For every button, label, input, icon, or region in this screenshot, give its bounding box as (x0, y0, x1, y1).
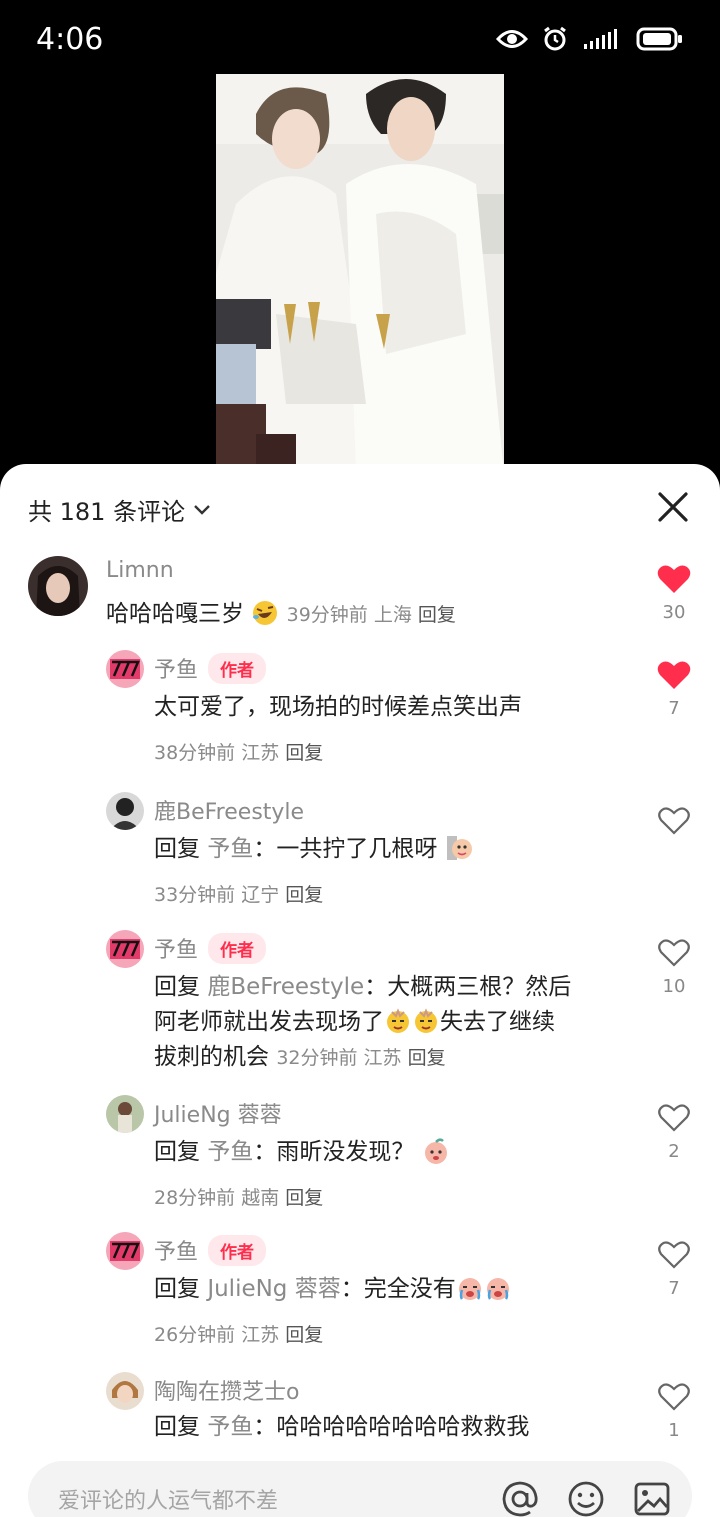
like-button[interactable]: 7 (656, 660, 692, 719)
video-player[interactable] (0, 72, 720, 474)
heart-outline-icon (658, 1104, 690, 1132)
comment-username[interactable]: 陶陶在攒芝士o (154, 1374, 299, 1406)
reply-to-name[interactable]: 予鱼 (207, 836, 253, 862)
comment-text: 回复 予鱼：哈哈哈哈哈哈哈哈救救我 (154, 1414, 530, 1440)
like-count: 1 (668, 1420, 680, 1441)
close-icon[interactable] (656, 490, 690, 524)
comment-meta: 38分钟前 江苏 回复 (154, 742, 324, 764)
comment-list[interactable]: Limnn 哈哈哈嘎三岁 39分钟前 上海 回复 30 予鱼 作者 太可爱了，现… (0, 550, 720, 1445)
avatar[interactable] (106, 930, 144, 968)
comment-username[interactable]: Limnn (106, 558, 174, 583)
reply-to-name[interactable]: JulieNg 蓉蓉 (207, 1276, 340, 1302)
comment-username[interactable]: 予鱼 作者 (154, 932, 267, 964)
comment-count-label: 共 181 条评论 (28, 498, 186, 526)
battery-icon (636, 27, 682, 51)
reply-button[interactable]: 回复 (285, 884, 323, 906)
avatar[interactable] (106, 1095, 144, 1133)
avatar[interactable] (28, 556, 88, 616)
eye-icon (496, 30, 528, 48)
comment-item: 予鱼 作者 太可爱了，现场拍的时候差点笑出声 38分钟前 江苏 回复 7 (0, 650, 720, 782)
comment-item: JulieNg 蓉蓉 回复 予鱼：雨昕没发现？ 28分钟前 越南 回复 2 (0, 1095, 720, 1230)
alarm-icon (544, 26, 566, 51)
comment-meta: 28分钟前 越南 回复 (154, 1187, 324, 1209)
peeking-emoji-icon (445, 834, 473, 862)
reply-button[interactable]: 回复 (285, 1324, 323, 1346)
comment-item: 陶陶在攒芝士o 回复 予鱼：哈哈哈哈哈哈哈哈救救我 1 (0, 1372, 720, 1445)
crying-emoji-icon (456, 1274, 484, 1302)
image-icon[interactable] (632, 1479, 672, 1517)
comment-item: Limnn 哈哈哈嘎三岁 39分钟前 上海 回复 30 (0, 550, 720, 650)
signal-icon (584, 29, 617, 49)
status-time: 4:06 (36, 22, 104, 57)
reply-to-name[interactable]: 予鱼 (207, 1139, 253, 1165)
like-button[interactable]: 2 (656, 1103, 692, 1162)
comment-text: 回复 JulieNg 蓉蓉：完全没有 (154, 1272, 512, 1307)
avatar[interactable] (106, 1232, 144, 1270)
comment-text: 太可爱了，现场拍的时候差点笑出声 (154, 694, 522, 720)
heart-outline-icon (658, 807, 690, 835)
video-thumbnail-image (216, 74, 504, 474)
input-actions (500, 1479, 672, 1517)
comment-item: 鹿BeFreestyle 回复 予鱼：一共拧了几根呀 33分钟前 辽宁 回复 (0, 792, 720, 930)
smug-emoji-icon (412, 1007, 440, 1035)
comments-sheet: 共 181 条评论 Limnn 哈哈哈嘎三岁 39分钟前 上海 回复 30 予鱼… (0, 464, 720, 1517)
reply-button[interactable]: 回复 (418, 604, 456, 626)
comment-username[interactable]: 予鱼 作者 (154, 652, 267, 684)
avatar[interactable] (106, 792, 144, 830)
author-badge: 作者 (208, 1234, 267, 1266)
comments-header: 共 181 条评论 (0, 464, 720, 550)
comment-username[interactable]: 予鱼 作者 (154, 1234, 267, 1266)
chevron-down-icon (194, 504, 210, 515)
comment-input-placeholder: 爱评论的人运气都不差 (58, 1489, 279, 1514)
comment-username[interactable]: JulieNg 蓉蓉 (154, 1097, 282, 1129)
crying-emoji-icon (484, 1274, 512, 1302)
heart-icon (657, 661, 691, 689)
avatar[interactable] (106, 650, 144, 688)
video-frame (216, 74, 504, 474)
like-count: 7 (668, 698, 680, 719)
like-count: 2 (668, 1141, 680, 1162)
like-count: 10 (662, 976, 686, 997)
comment-input[interactable]: 爱评论的人运气都不差 (28, 1461, 692, 1517)
like-button[interactable] (656, 806, 692, 840)
status-bar: 4:06 (0, 0, 720, 80)
reply-to-name[interactable]: 鹿BeFreestyle (207, 974, 364, 1000)
status-icons (496, 26, 684, 52)
heart-outline-icon (658, 1241, 690, 1269)
author-badge: 作者 (208, 652, 267, 684)
rofl-emoji-icon (251, 599, 279, 627)
smug-emoji-icon (384, 1007, 412, 1035)
like-count: 30 (662, 602, 686, 623)
reply-button[interactable]: 回复 (285, 1187, 323, 1209)
comment-meta: 33分钟前 辽宁 回复 (154, 884, 324, 906)
comment-username[interactable]: 鹿BeFreestyle (154, 794, 304, 826)
peach-emoji-icon (422, 1137, 450, 1165)
heart-outline-icon (658, 939, 690, 967)
like-button[interactable]: 7 (656, 1240, 692, 1299)
comment-text: 回复 鹿BeFreestyle：大概两三根？然后 阿老师就出发去现场了 失去了继续… (154, 974, 572, 1070)
heart-outline-icon (658, 1383, 690, 1411)
comment-text: 回复 予鱼：雨昕没发现？ (154, 1135, 450, 1170)
like-count: 7 (668, 1278, 680, 1299)
like-button[interactable]: 1 (656, 1382, 692, 1441)
comment-item: 予鱼 作者 回复 鹿BeFreestyle：大概两三根？然后 阿老师就出发去现场… (0, 930, 720, 1095)
comment-input-bar: 爱评论的人运气都不差 (0, 1445, 720, 1517)
comment-text: 回复 予鱼：一共拧了几根呀 (154, 832, 473, 867)
comment-meta: 26分钟前 江苏 回复 (154, 1324, 324, 1346)
reply-button[interactable]: 回复 (408, 1047, 446, 1069)
heart-icon (657, 565, 691, 593)
like-button[interactable]: 30 (656, 564, 692, 623)
comment-text: 哈哈哈嘎三岁 39分钟前 上海 回复 (106, 599, 456, 627)
comment-count-toggle[interactable]: 共 181 条评论 (28, 492, 211, 527)
at-icon[interactable] (500, 1479, 540, 1517)
reply-button[interactable]: 回复 (285, 742, 323, 764)
emoji-icon[interactable] (566, 1479, 606, 1517)
like-button[interactable]: 10 (656, 938, 692, 997)
avatar[interactable] (106, 1372, 144, 1410)
comment-item: 予鱼 作者 回复 JulieNg 蓉蓉：完全没有 26分钟前 江苏 回复 7 (0, 1232, 720, 1362)
reply-to-name[interactable]: 予鱼 (207, 1414, 253, 1440)
author-badge: 作者 (208, 932, 267, 964)
